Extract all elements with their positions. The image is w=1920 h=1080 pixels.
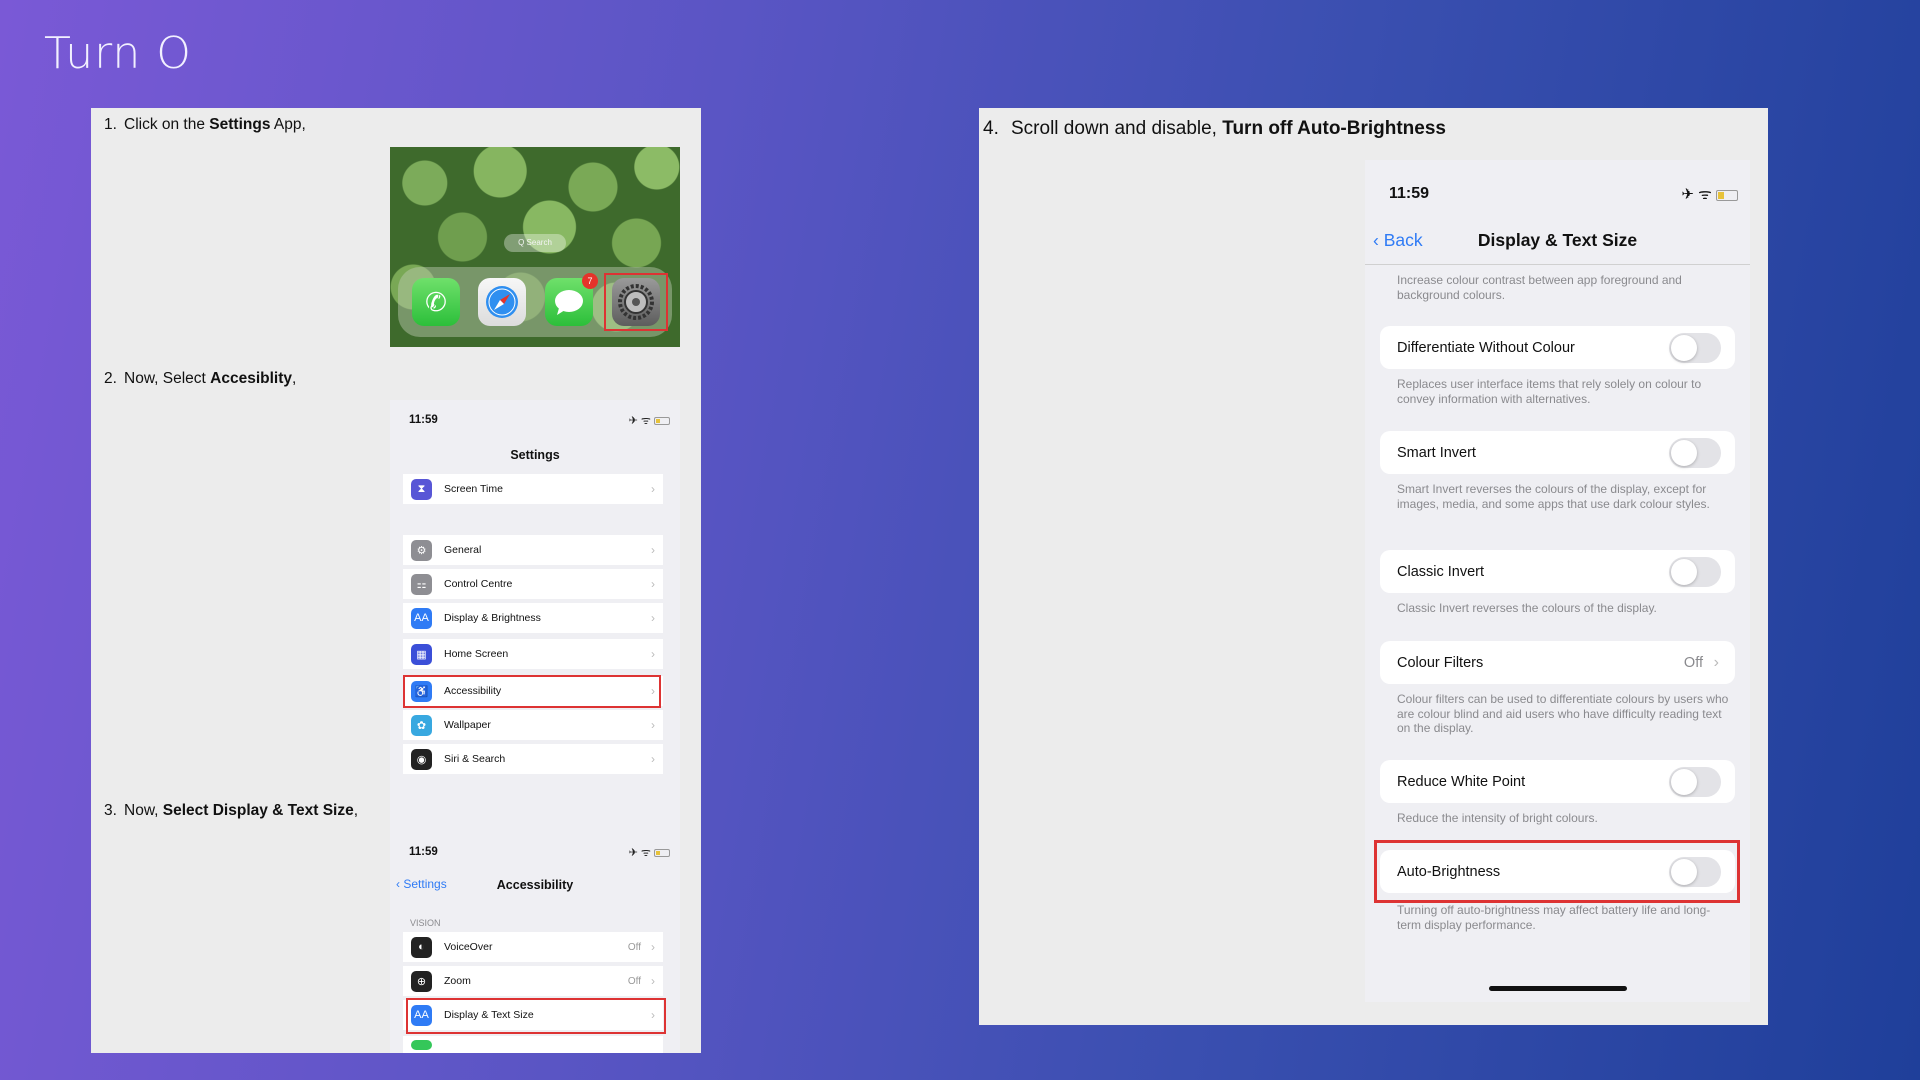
chevron-right-icon: › — [651, 577, 655, 591]
settings-item-home-screen[interactable]: ▦ Home Screen › — [403, 639, 663, 669]
chevron-right-icon: › — [651, 718, 655, 732]
step-3-text: 3. Now, Select Display & Text Size, — [104, 802, 359, 819]
settings-highlight-box — [604, 273, 668, 331]
battery-icon — [1716, 189, 1738, 201]
colour-filters-desc: Colour filters can be used to differenti… — [1397, 692, 1729, 735]
settings-item-general[interactable]: ⚙ General › — [403, 535, 663, 565]
home-indicator — [1489, 986, 1627, 991]
hourglass-icon: ⧗ — [411, 478, 432, 500]
gear-icon: ⚙ — [411, 539, 432, 561]
chevron-right-icon: › — [651, 611, 655, 625]
accessibility-item-voiceover[interactable]: ◐ VoiceOver Off › — [403, 932, 663, 962]
wifi-icon: ᯤ — [640, 847, 651, 859]
safari-icon[interactable] — [478, 278, 526, 326]
settings-title: Settings — [510, 448, 560, 462]
slide-title: Turn O — [44, 28, 192, 79]
voiceover-icon: ◐ — [411, 936, 432, 958]
chevron-right-icon: › — [651, 752, 655, 766]
status-time: 11:59 — [1389, 185, 1430, 202]
settings-item-screen-time[interactable]: ⧗ Screen Time › — [403, 474, 663, 504]
colour-filters-value: Off — [1683, 654, 1703, 671]
accessibility-item-partial — [403, 1036, 663, 1053]
siri-icon: ◉ — [411, 748, 432, 770]
messages-badge: 7 — [582, 273, 598, 289]
settings-item-control-centre[interactable]: ⚏ Control Centre › — [403, 569, 663, 599]
status-time: 11:59 — [409, 414, 438, 426]
vision-section-header: VISION — [410, 918, 441, 928]
differentiate-without-colour-row: Differentiate Without Colour — [1380, 326, 1735, 369]
accessibility-title: Accessibility — [496, 878, 574, 892]
auto-brightness-highlight-box — [1374, 840, 1740, 903]
settings-item-display-brightness[interactable]: AA Display & Brightness › — [403, 603, 663, 633]
reduce-white-point-row: Reduce White Point — [1380, 760, 1735, 803]
wifi-icon: ᯤ — [640, 415, 651, 427]
partial-icon — [411, 1039, 432, 1050]
differentiate-without-colour-desc: Replaces user interface items that rely … — [1397, 377, 1702, 406]
switches-icon: ⚏ — [411, 573, 432, 595]
airplane-icon: ✈ — [1681, 186, 1694, 203]
nav-divider — [1365, 264, 1750, 265]
accessibility-screen: 11:59 ✈ ᯤ ‹ Settings Accessibility VISIO… — [390, 832, 680, 1053]
smart-invert-desc: Smart Invert reverses the colours of the… — [1397, 482, 1710, 511]
wifi-icon: ᯤ — [1698, 186, 1712, 203]
chevron-right-icon: › — [651, 482, 655, 496]
reduce-white-point-toggle[interactable] — [1669, 767, 1721, 797]
status-time: 11:59 — [409, 846, 438, 858]
airplane-icon: ✈ — [628, 415, 638, 427]
smart-invert-row: Smart Invert — [1380, 431, 1735, 474]
battery-icon — [654, 849, 670, 858]
classic-invert-desc: Classic Invert reverses the colours of t… — [1397, 601, 1657, 615]
chevron-right-icon: › — [651, 974, 655, 988]
display-text-size-highlight-box — [406, 998, 666, 1034]
step-2-text: 2. Now, Select Accesiblity, — [104, 370, 297, 387]
display-text-size-title: Display & Text Size — [1477, 230, 1638, 250]
settings-screen: 11:59 ✈ ᯤ Settings ⧗ Screen Time › ⚙ Gene… — [390, 400, 680, 889]
step-4-text: 4. Scroll down and disable, Turn off Auto… — [983, 118, 1446, 139]
accessibility-highlight-box — [403, 675, 661, 708]
grid-icon: ▦ — [411, 643, 432, 665]
chevron-right-icon: › — [651, 543, 655, 557]
classic-invert-toggle[interactable] — [1669, 557, 1721, 587]
display-text-size-screen: 11:59 ✈ ᯤ ‹ Back Display & Text Size Inc… — [1365, 160, 1750, 1002]
phone-icon[interactable]: ✆ — [412, 278, 460, 326]
left-panel: 1. Click on the Settings App, Q Search ✆ … — [91, 108, 701, 1053]
auto-brightness-desc: Turning off auto-brightness may affect b… — [1397, 903, 1711, 932]
status-icons: ✈ ᯤ — [629, 413, 670, 428]
reduce-white-point-desc: Reduce the intensity of bright colours. — [1397, 811, 1598, 825]
chevron-right-icon: › — [1713, 653, 1719, 671]
settings-item-wallpaper[interactable]: ✿ Wallpaper › — [403, 710, 663, 740]
home-screen-thumbnail: Q Search ✆ 7 — [390, 147, 680, 347]
airplane-icon: ✈ — [628, 847, 638, 859]
classic-invert-row: Classic Invert — [1380, 550, 1735, 593]
status-icons: ✈ ᯤ — [629, 845, 670, 860]
right-panel: 4. Scroll down and disable, Turn off Auto… — [979, 108, 1768, 1025]
increase-contrast-desc: Increase colour contrast between app for… — [1397, 273, 1682, 302]
chevron-right-icon: › — [651, 647, 655, 661]
differentiate-without-colour-toggle[interactable] — [1669, 333, 1721, 363]
settings-item-siri-search[interactable]: ◉ Siri & Search › — [403, 744, 663, 774]
step-1-text: 1. Click on the Settings App, — [104, 116, 306, 133]
zoom-icon: ⊕ — [411, 970, 432, 992]
battery-icon — [654, 417, 670, 426]
accessibility-item-zoom[interactable]: ⊕ Zoom Off › — [403, 966, 663, 996]
chevron-right-icon: › — [651, 940, 655, 954]
status-icons: ✈ ᯤ — [1681, 184, 1738, 204]
smart-invert-toggle[interactable] — [1669, 438, 1721, 468]
colour-filters-row[interactable]: Colour Filters Off › — [1380, 641, 1735, 684]
aa-icon: AA — [411, 607, 432, 629]
flower-icon: ✿ — [411, 714, 432, 736]
home-search-pill[interactable]: Q Search — [504, 234, 566, 252]
